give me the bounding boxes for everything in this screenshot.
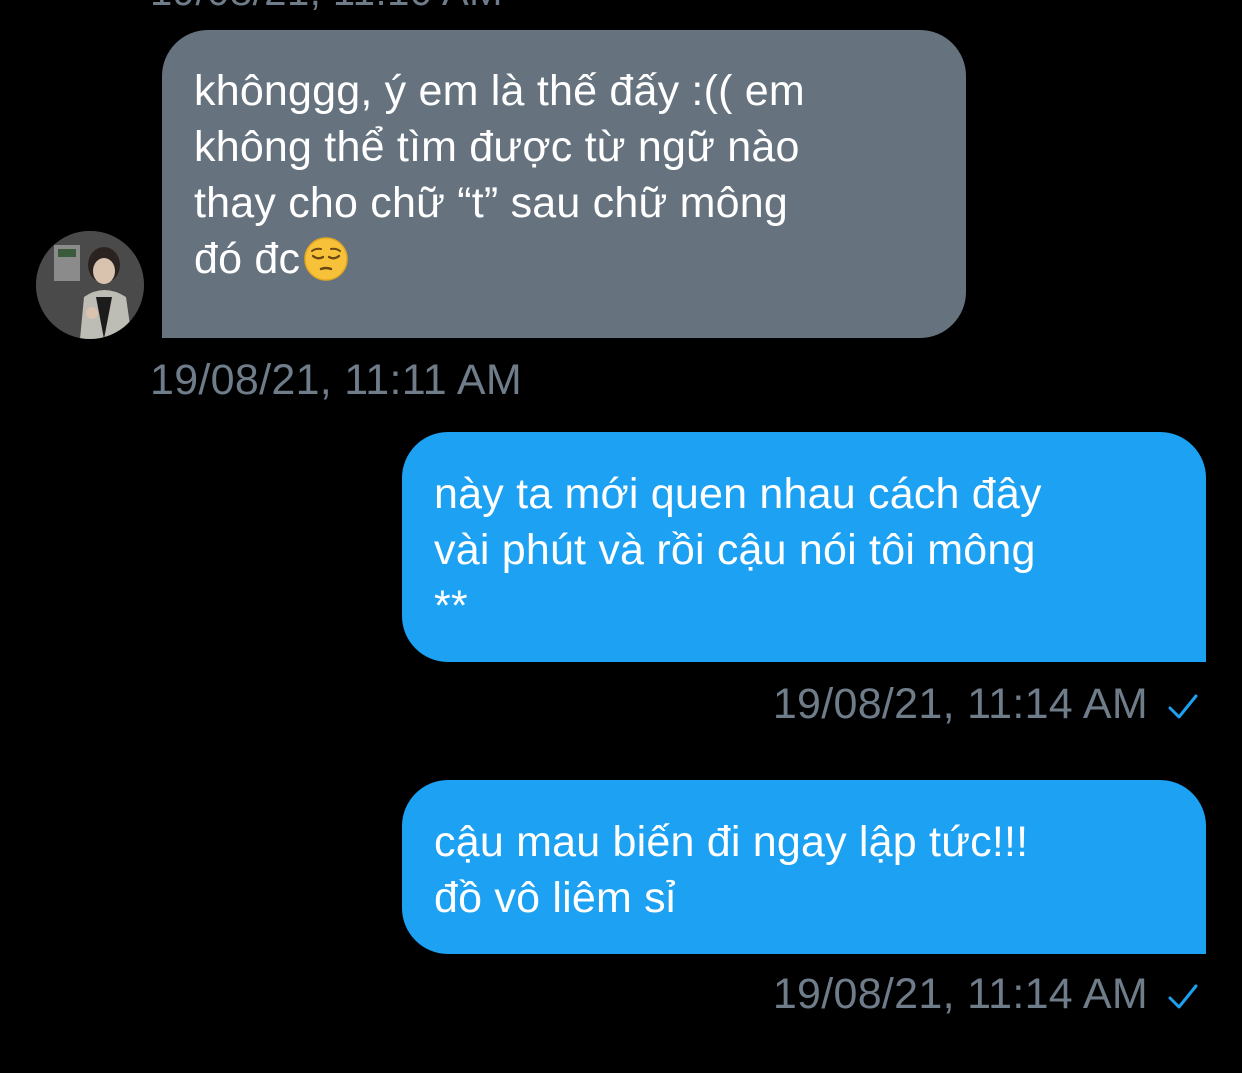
pensive-face-icon — [304, 237, 348, 281]
message-text: khônggg, ý em là thế đấy :(( em không th… — [194, 67, 805, 283]
check-icon — [1168, 984, 1198, 1009]
message-text: này ta mới quen nhau cách đây vài phút v… — [434, 470, 1042, 630]
message-thread: 19/08/21, 11:10 AM khônggg, ý em là thế … — [0, 0, 1242, 1073]
message-timestamp: 19/08/21, 11:11 AM — [150, 356, 522, 404]
sent-message-bubble[interactable]: cậu mau biến đi ngay lập tức!!! đồ vô li… — [402, 780, 1206, 954]
message-timestamp: 19/08/21, 11:14 AM — [772, 680, 1148, 728]
check-icon — [1168, 694, 1198, 719]
message-timestamp: 19/08/21, 11:14 AM — [772, 970, 1148, 1018]
received-message-bubble[interactable]: khônggg, ý em là thế đấy :(( em không th… — [162, 30, 966, 338]
sender-avatar[interactable] — [36, 231, 144, 339]
message-text: cậu mau biến đi ngay lập tức!!! đồ vô li… — [434, 818, 1029, 922]
sent-message-bubble[interactable]: này ta mới quen nhau cách đây vài phút v… — [402, 432, 1206, 662]
previous-timestamp: 19/08/21, 11:10 AM — [150, 0, 503, 15]
avatar-photo-icon — [36, 231, 144, 339]
